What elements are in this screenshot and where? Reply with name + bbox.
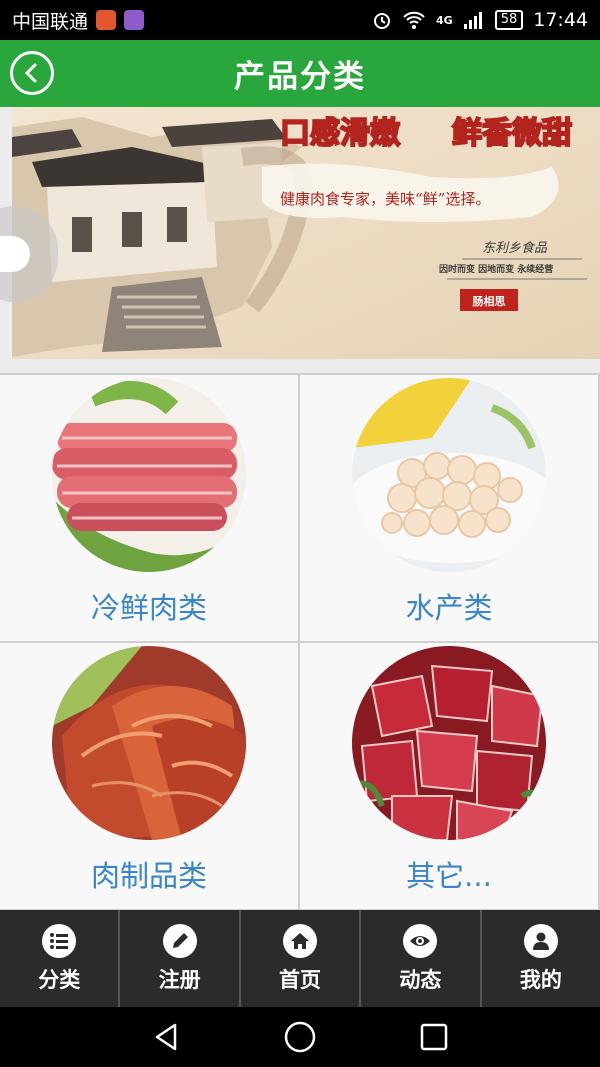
chevron-left-icon <box>24 63 37 83</box>
bottom-tab-bar: 分类 注册 首页 动态 我的 <box>0 910 600 1007</box>
tab-news[interactable]: 动态 <box>361 910 482 1007</box>
app-header: 产品分类 <box>0 40 600 107</box>
category-processed-meat[interactable]: 肉制品类 <box>0 643 298 909</box>
nav-back-icon[interactable] <box>151 1022 181 1052</box>
network-type: 4G <box>436 13 453 27</box>
chilled-meat-image <box>52 378 246 572</box>
banner-headline-right: 鲜香微甜 <box>452 116 572 151</box>
gallery-notification-icon <box>124 10 145 30</box>
list-icon <box>42 923 77 958</box>
category-aquatic[interactable]: 水产类 <box>300 375 598 641</box>
category-label: 肉制品类 <box>90 859 207 893</box>
other-image <box>352 646 546 840</box>
banner-slogan: 健康肉食专家，美味“鲜”选择。 <box>280 190 490 208</box>
app-notification-icon <box>96 10 117 30</box>
tab-home[interactable]: 首页 <box>241 910 362 1007</box>
tab-label: 注册 <box>158 967 201 992</box>
eye-icon <box>403 923 438 958</box>
signal-icon <box>463 12 482 29</box>
pencil-icon <box>162 923 197 958</box>
promo-banner[interactable]: 口感滑嫩 鲜香微甜 健康肉食专家，美味“鲜”选择。 东利乡食品 因时而变 因地而… <box>12 107 600 359</box>
clock: 17:44 <box>533 9 588 31</box>
carrier-name: 中国联通 <box>12 10 89 33</box>
back-button[interactable] <box>10 51 54 95</box>
category-other[interactable]: 其它... <box>300 643 598 909</box>
user-icon <box>523 923 558 958</box>
tab-label: 分类 <box>38 967 81 992</box>
wifi-icon <box>403 11 425 29</box>
processed-meat-image <box>52 646 246 840</box>
nav-recents-icon[interactable] <box>419 1022 449 1052</box>
tab-label: 动态 <box>399 967 442 992</box>
category-grid: 冷鲜肉类 水产类 肉制品类 其它... <box>0 373 600 910</box>
category-label: 冷鲜肉类 <box>90 591 207 625</box>
home-icon <box>283 923 318 958</box>
status-bar: 中国联通 4G 58 17:44 <box>0 0 600 40</box>
tab-register[interactable]: 注册 <box>120 910 241 1007</box>
category-label: 其它... <box>406 859 492 893</box>
system-navigation-bar <box>0 1007 600 1067</box>
nav-home-icon[interactable] <box>283 1020 317 1054</box>
tab-label: 我的 <box>519 967 562 992</box>
tab-mine[interactable]: 我的 <box>482 910 600 1007</box>
battery-indicator: 58 <box>494 10 524 30</box>
banner-seal: 肠相思 <box>473 294 506 308</box>
banner-brand: 东利乡食品 <box>482 240 548 256</box>
banner-artwork: 口感滑嫩 鲜香微甜 健康肉食专家，美味“鲜”选择。 东利乡食品 因时而变 因地而… <box>12 107 600 359</box>
alarm-icon <box>374 13 390 29</box>
category-label: 水产类 <box>405 591 493 625</box>
tab-category[interactable]: 分类 <box>0 910 121 1007</box>
banner-brand-tagline: 因时而变 因地而变 永续经营 <box>439 263 553 275</box>
category-chilled-meat[interactable]: 冷鲜肉类 <box>0 375 298 641</box>
aquatic-image <box>352 378 546 572</box>
page-title: 产品分类 <box>234 59 366 95</box>
tab-label: 首页 <box>279 967 322 992</box>
banner-headline-left: 口感滑嫩 <box>280 116 400 151</box>
